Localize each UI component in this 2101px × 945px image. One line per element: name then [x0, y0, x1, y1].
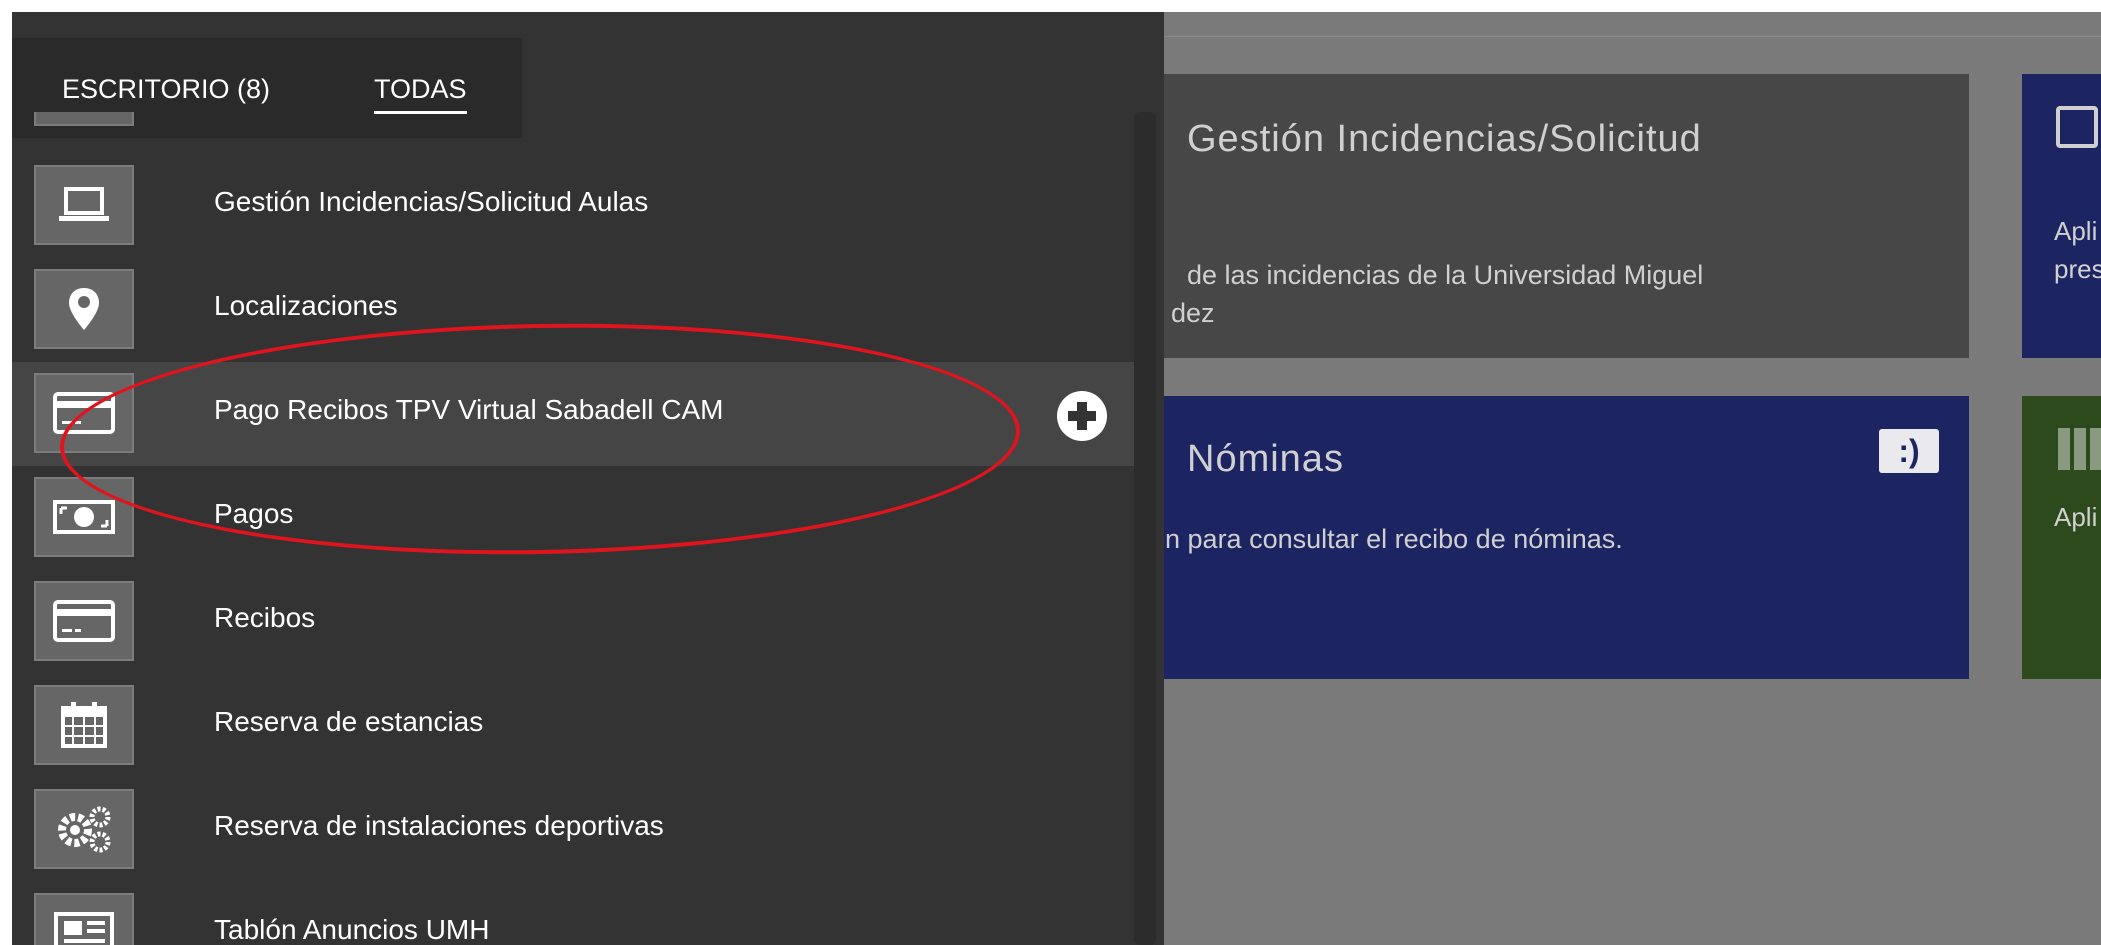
menu-item-reserva-instalaciones[interactable]: Reserva de instalaciones deportivas: [12, 778, 1134, 882]
menu-item-label: Reserva de instalaciones deportivas: [214, 810, 664, 841]
apps-menu-panel: ESCRITORIO (8) TODAS Gestión Incidencias…: [12, 12, 1164, 945]
partial-icon-box: [34, 112, 134, 126]
menu-item-label: Reserva de estancias: [214, 706, 484, 737]
card-title: Gestión Incidencias/Solicitud: [1187, 118, 1702, 160]
card-description: Apli pres: [2054, 212, 2101, 288]
card-description-line: dez: [1171, 298, 1215, 328]
newspaper-icon: [34, 893, 134, 945]
card-description-line: Apli: [2054, 216, 2098, 246]
app-card-partial-green[interactable]: Apli: [2022, 396, 2101, 679]
card-description-line: de las incidencias de la Universidad Mig…: [1187, 260, 1704, 290]
app-card-partial-blue[interactable]: Apli pres: [2022, 74, 2101, 358]
card-description: de las incidencias de la Universidad Mig…: [1171, 256, 1704, 332]
calendar-icon: [2056, 106, 2098, 148]
calendar-icon: [34, 685, 134, 765]
plus-circle-icon[interactable]: [1056, 390, 1107, 441]
menu-item-recibos[interactable]: Recibos: [12, 570, 1134, 674]
gears-icon: [34, 789, 134, 869]
top-divider: [1162, 36, 2101, 37]
card-description: Apli: [2054, 502, 2098, 532]
menu-item-gestion-incidencias[interactable]: Gestión Incidencias/Solicitud Aulas: [12, 154, 1134, 258]
menu-item-label: Tablón Anuncios UMH: [214, 914, 490, 945]
app-card-nominas[interactable]: Nóminas :) ión para consultar el recibo …: [1102, 396, 1969, 679]
map-marker-icon: [34, 269, 134, 349]
grid-icon: [2058, 428, 2101, 470]
app-frame: Gestión Incidencias/Solicitud s de las i…: [12, 12, 2101, 945]
menu-item-reserva-estancias[interactable]: Reserva de estancias: [12, 674, 1134, 778]
menu-item-tablon-anuncios[interactable]: Tablón Anuncios UMH: [12, 882, 1134, 945]
card-description-line: pres: [2054, 254, 2101, 284]
menu-item-label: Gestión Incidencias/Solicitud Aulas: [214, 186, 649, 217]
app-card-incidencias[interactable]: Gestión Incidencias/Solicitud s de las i…: [1097, 74, 1969, 358]
menu-item-label: Localizaciones: [214, 290, 398, 321]
credit-card-icon: [34, 581, 134, 661]
smile-icon: :): [1879, 429, 1939, 473]
laptop-icon: [34, 165, 134, 245]
tab-escritorio[interactable]: ESCRITORIO (8): [62, 74, 270, 105]
card-title: Nóminas: [1187, 438, 1344, 480]
card-description: ión para consultar el recibo de nóminas.: [1144, 524, 1623, 554]
menu-item-label: Recibos: [214, 602, 316, 633]
tab-todas[interactable]: TODAS: [374, 74, 467, 114]
scrollbar[interactable]: [1134, 112, 1156, 945]
